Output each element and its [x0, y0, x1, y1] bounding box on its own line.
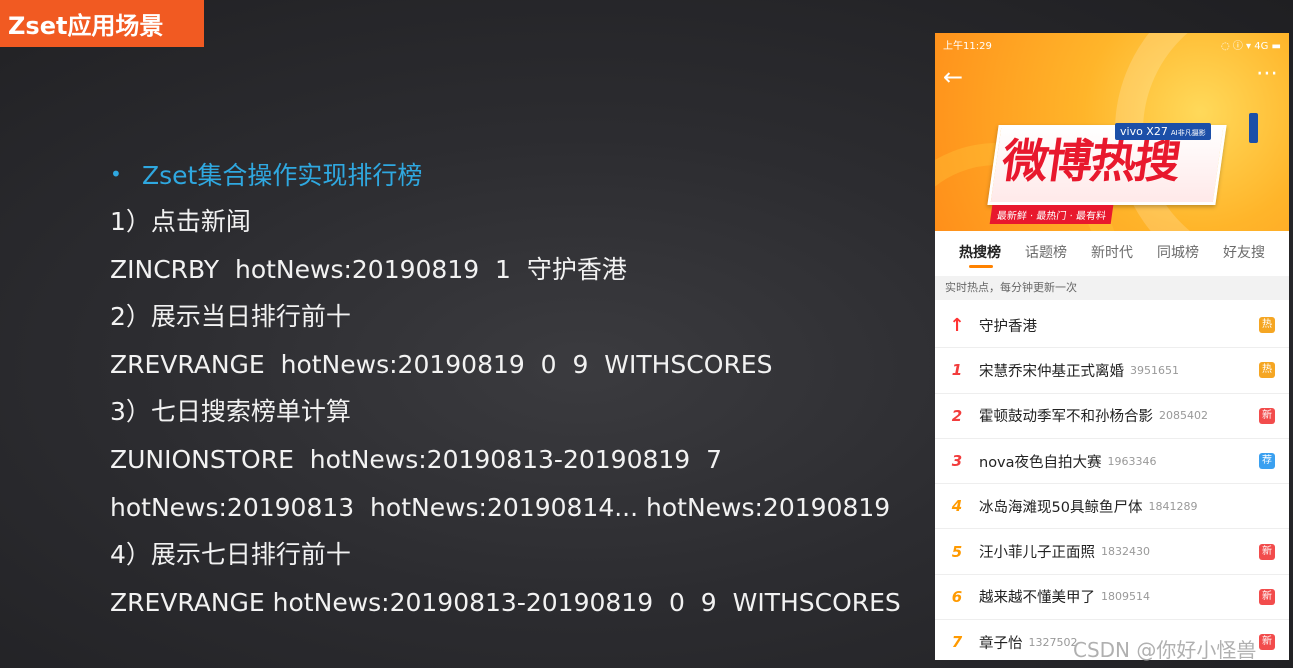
topic-title: 越来越不懂美甲了	[979, 590, 1095, 607]
list-item[interactable]: 5 汪小菲儿子正面照 1832430 新	[935, 529, 1289, 575]
rank-number: 5	[951, 542, 963, 561]
watermark: CSDN @你好小怪兽	[1073, 638, 1257, 662]
ad-tag: AI非凡摄影	[1170, 129, 1206, 137]
status-badge: 新	[1259, 543, 1275, 560]
topic-title: 守护香港	[979, 318, 1037, 335]
status-icons: ◌ ⓘ ▾ 4G ▬	[1220, 40, 1281, 52]
search-count: 1963346	[1107, 454, 1157, 468]
tab-local[interactable]: 同城榜	[1157, 242, 1199, 262]
command-zrevrange-week: ZREVRANGE hotNews:20190813-20190819 0 9 …	[110, 587, 901, 617]
list-item[interactable]: 3 nova夜色自拍大赛 1963346 荐	[935, 439, 1289, 485]
step-2: 2）展示当日排行前十	[110, 302, 351, 332]
bullet-heading: • Zset集合操作实现排行榜	[110, 150, 920, 198]
hot-search-list: ↑ 守护香港热 1 宋慧乔宋仲基正式离婚 3951651 热 2 霍顿鼓动季军不和孙杨合影 20…	[935, 303, 1289, 660]
step-1: 1）点击新闻	[110, 207, 251, 236]
topic-title: 汪小菲儿子正面照	[979, 545, 1095, 562]
status-bar: 上午11:29 ◌ ⓘ ▾ 4G ▬	[935, 33, 1289, 55]
tab-hot-search[interactable]: 热搜榜	[959, 242, 1001, 262]
more-options-icon[interactable]: ⋯	[1256, 61, 1279, 86]
command-zincrby: ZINCRBY hotNews:20190819 1 守护香港	[110, 254, 627, 284]
topic-title: 章子怡	[979, 635, 1023, 652]
status-badge: 热	[1259, 362, 1275, 379]
update-hint: 实时热点，每分钟更新一次	[935, 276, 1289, 300]
topic-title: 冰岛海滩现50具鲸鱼尸体	[979, 499, 1143, 516]
bullet-text: Zset集合操作实现排行榜	[142, 161, 423, 190]
back-arrow-icon[interactable]: ←	[943, 63, 963, 91]
status-badge: 热	[1259, 317, 1275, 334]
topic-title: 宋慧乔宋仲基正式离婚	[979, 363, 1124, 380]
step-3: 3）七日搜索榜单计算	[110, 397, 351, 427]
status-badge: 荐	[1259, 453, 1275, 470]
status-time: 上午11:29	[943, 40, 992, 52]
search-count: 3951651	[1130, 363, 1179, 377]
search-count: 1841289	[1148, 499, 1198, 513]
topic-title: nova夜色自拍大赛	[979, 454, 1102, 471]
status-badge: 新	[1259, 634, 1275, 651]
rank-number: 7	[951, 633, 963, 652]
ad-badge: vivo X27 AI非凡摄影	[1115, 123, 1211, 140]
rank-number: 1	[951, 361, 963, 380]
tab-topics[interactable]: 话题榜	[1025, 242, 1067, 262]
phone-screenshot: 微博热搜 最新鲜 · 最热门 · 最有料 vivo X27 AI非凡摄影 上午11…	[935, 33, 1289, 660]
list-item[interactable]: 4 冰岛海滩现50具鲸鱼尸体 1841289	[935, 484, 1289, 530]
active-tab-indicator	[969, 265, 993, 268]
rank-number: 2	[951, 406, 963, 425]
list-item[interactable]: ↑ 守护香港 热	[935, 303, 1289, 349]
tab-friends[interactable]: 好友搜	[1223, 242, 1265, 262]
list-item[interactable]: 1 宋慧乔宋仲基正式离婚 3951651 热	[935, 348, 1289, 394]
rank-number: 6	[951, 587, 963, 606]
weibo-banner: 微博热搜 最新鲜 · 最热门 · 最有料 vivo X27 AI非凡摄影	[935, 33, 1289, 231]
command-zunionstore: ZUNIONSTORE hotNews:20190813-20190819 7	[110, 444, 722, 474]
search-count: 1809514	[1101, 590, 1150, 604]
step-4: 4）展示七日排行前十	[110, 540, 351, 570]
status-badge: 新	[1259, 588, 1275, 605]
phone-device-icon	[1249, 113, 1258, 143]
search-count: 1327502	[1028, 635, 1078, 649]
bullet-icon: •	[110, 162, 122, 186]
search-count: 2085402	[1159, 409, 1208, 423]
rank-number: 3	[951, 452, 963, 471]
slide-title: Zset应用场景	[0, 0, 204, 47]
slide-content: • Zset集合操作实现排行榜 1）点击新闻 ZINCRBY hotNews:2…	[110, 150, 920, 626]
logo-subtitle: 最新鲜 · 最热门 · 最有料	[989, 205, 1114, 224]
status-badge: 新	[1259, 407, 1275, 424]
pinned-top-icon: ↑	[949, 314, 965, 336]
topic-title: 霍顿鼓动季军不和孙杨合影	[979, 409, 1153, 426]
search-count: 1832430	[1101, 545, 1150, 559]
command-zrevrange-day: ZREVRANGE hotNews:20190819 0 9 WITHSCORE…	[110, 349, 773, 379]
tab-new-era[interactable]: 新时代	[1091, 242, 1133, 262]
command-zunionstore-keys: hotNews:20190813 hotNews:20190814... hot…	[110, 492, 891, 522]
list-item[interactable]: 2 霍顿鼓动季军不和孙杨合影 2085402 新	[935, 394, 1289, 439]
list-item[interactable]: 6 越来越不懂美甲了 1809514 新	[935, 575, 1289, 621]
ad-model: vivo X27	[1120, 125, 1168, 138]
rank-number: 4	[951, 497, 963, 516]
